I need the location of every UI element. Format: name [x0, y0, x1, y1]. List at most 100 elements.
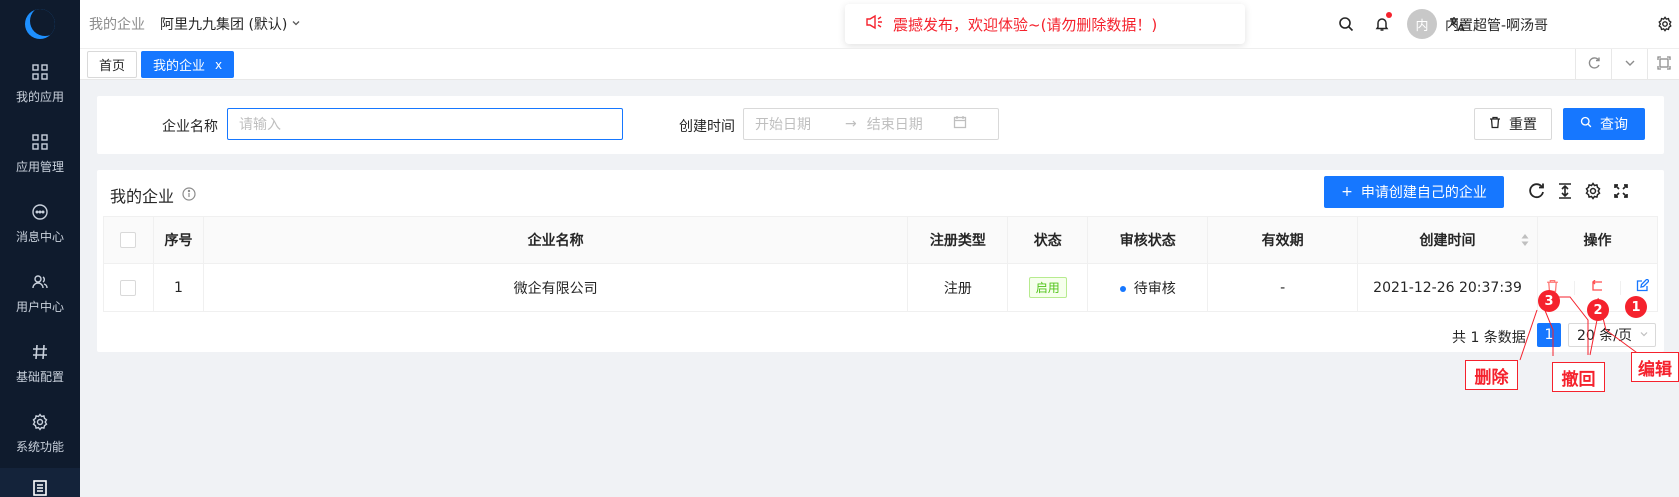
row-created-time: 2021-12-26 20:37:39 — [1357, 263, 1538, 312]
end-date-input[interactable]: 结束日期 — [867, 114, 923, 134]
breadcrumb[interactable]: 我的企业 — [89, 14, 145, 34]
annotation-marker-3: 3 — [1538, 290, 1560, 312]
sidebar-item-label: 我的应用 — [15, 89, 64, 104]
tab-menu-button[interactable] — [1611, 49, 1647, 80]
tab-label: 首页 — [99, 59, 126, 74]
search-icon[interactable] — [1336, 14, 1356, 34]
page-size-value: 20 条/页 — [1577, 328, 1632, 344]
fullscreen-icon[interactable] — [1611, 181, 1631, 201]
enterprise-name-input[interactable]: 请输入 — [227, 108, 623, 140]
apply-create-label: 申请创建自己的企业 — [1360, 185, 1487, 201]
reset-button[interactable]: 重置 — [1474, 108, 1552, 140]
plus-icon: + — [1341, 184, 1353, 200]
audit-status: 待审核 — [1133, 280, 1176, 297]
apply-create-enterprise-button[interactable]: + 申请创建自己的企业 — [1324, 176, 1504, 208]
close-icon[interactable]: x — [215, 58, 222, 72]
sidebar-item-more[interactable] — [0, 468, 80, 497]
sidebar-item-label: 应用管理 — [15, 159, 64, 174]
page-1-button[interactable]: 1 — [1537, 323, 1561, 347]
sidebar-item-app-management[interactable]: 应用管理 — [0, 118, 80, 188]
org-selector[interactable]: 阿里九九集团 (默认) — [160, 14, 301, 34]
row-validity: - — [1207, 263, 1359, 312]
date-range-picker[interactable]: 开始日期 → 结束日期 — [743, 108, 999, 140]
query-button[interactable]: 查询 — [1563, 108, 1645, 140]
edit-icon[interactable] — [1636, 278, 1651, 296]
density-icon[interactable] — [1555, 181, 1575, 201]
card-title: 我的企业 — [110, 183, 196, 207]
annotation-label-edit: 编辑 — [1631, 352, 1679, 382]
enterprise-name-label: 企业名称 — [162, 119, 218, 135]
search-icon — [1580, 116, 1592, 132]
message-icon — [30, 202, 50, 222]
speaker-icon — [865, 14, 883, 34]
status-dot — [1119, 285, 1126, 292]
grid-icon — [30, 62, 50, 82]
undo-icon[interactable] — [1590, 279, 1604, 296]
user-name[interactable]: 内置超管-啊汤哥 — [1445, 15, 1548, 35]
query-label: 查询 — [1600, 117, 1628, 133]
created-time-label: 创建时间 — [679, 119, 735, 135]
row-checkbox[interactable] — [120, 279, 137, 296]
sort-icon[interactable] — [1521, 234, 1529, 250]
logo-icon — [25, 9, 55, 39]
status-badge: 启用 — [1028, 277, 1067, 298]
notification-dot — [1386, 12, 1392, 18]
page-size-select[interactable]: 20 条/页 — [1568, 323, 1656, 347]
select-all-cell — [103, 216, 154, 264]
card-title-text: 我的企业 — [110, 187, 175, 206]
chevron-down-icon — [1624, 57, 1636, 73]
column-header: 企业名称 — [202, 216, 909, 264]
sidebar-item-basic-config[interactable]: 基础配置 — [0, 328, 80, 398]
bell-icon[interactable] — [1372, 12, 1392, 34]
pagination-total: 共 1 条数据 — [1452, 330, 1526, 346]
column-header-sortable[interactable]: 创建时间 — [1357, 216, 1538, 264]
column-header: 序号 — [152, 216, 204, 264]
chevron-down-icon — [1639, 327, 1649, 343]
annotation-label-delete: 删除 — [1465, 360, 1518, 390]
column-header: 状态 — [1007, 216, 1089, 264]
row-enterprise-name: 微企有限公司 — [202, 263, 909, 312]
column-header-label: 创建时间 — [1419, 233, 1476, 249]
gear-icon — [30, 412, 50, 432]
logo[interactable] — [0, 0, 80, 48]
hash-icon — [30, 342, 50, 362]
sidebar-item-label: 用户中心 — [15, 299, 64, 314]
reset-label: 重置 — [1509, 117, 1537, 133]
tab-my-enterprise[interactable]: 我的企业 x — [141, 51, 235, 78]
trash-icon — [1489, 116, 1501, 133]
sidebar-item-user-center[interactable]: 用户中心 — [0, 258, 80, 328]
tab-home[interactable]: 首页 — [87, 51, 138, 78]
refresh-tab-button[interactable] — [1575, 49, 1611, 80]
sidebar-item-my-apps[interactable]: 我的应用 — [0, 48, 80, 118]
sidebar-item-label: 消息中心 — [15, 229, 64, 244]
settings-icon[interactable] — [1655, 14, 1675, 34]
tab-bar: 首页 我的企业 x — [80, 48, 1679, 80]
sidebar-item-message-center[interactable]: 消息中心 — [0, 188, 80, 258]
maximize-icon — [1656, 55, 1671, 74]
avatar[interactable]: 内 — [1407, 9, 1437, 39]
enterprise-table: 序号 企业名称 注册类型 状态 审核状态 有效期 创建时间 操作 1 微企有限公 — [103, 216, 1659, 312]
input-placeholder: 请输入 — [239, 117, 281, 133]
table-header-row: 序号 企业名称 注册类型 状态 审核状态 有效期 创建时间 操作 — [103, 216, 1659, 264]
document-icon — [30, 478, 50, 497]
reload-icon[interactable] — [1527, 181, 1547, 201]
notice-text: 震撼发布，欢迎体验~(请勿删除数据！) — [893, 15, 1158, 34]
maximize-button[interactable] — [1647, 49, 1679, 80]
column-settings-icon[interactable] — [1583, 181, 1603, 201]
users-icon — [30, 272, 50, 292]
info-icon[interactable] — [182, 186, 196, 205]
sidebar: 我的应用 应用管理 消息中心 用户中心 基础配置 系统功能 — [0, 0, 80, 497]
annotation-label-undo: 撤回 — [1552, 362, 1605, 392]
column-header: 注册类型 — [907, 216, 1009, 264]
tab-label: 我的企业 — [153, 59, 206, 74]
row-index: 1 — [152, 263, 204, 312]
app-grid-icon — [30, 132, 50, 152]
divider — [1574, 280, 1576, 295]
select-all-checkbox[interactable] — [120, 232, 137, 248]
search-panel: 企业名称 请输入 创建时间 开始日期 → 结束日期 重置 查询 — [97, 96, 1664, 154]
sidebar-item-system[interactable]: 系统功能 — [0, 398, 80, 468]
start-date-input[interactable]: 开始日期 — [755, 114, 811, 134]
enterprise-table-card: 我的企业 + 申请创建自己的企业 序号 企业名称 注册类型 状态 审核状态 有效… — [97, 170, 1664, 352]
annotation-marker-1: 1 — [1625, 296, 1647, 318]
column-header: 审核状态 — [1087, 216, 1209, 264]
